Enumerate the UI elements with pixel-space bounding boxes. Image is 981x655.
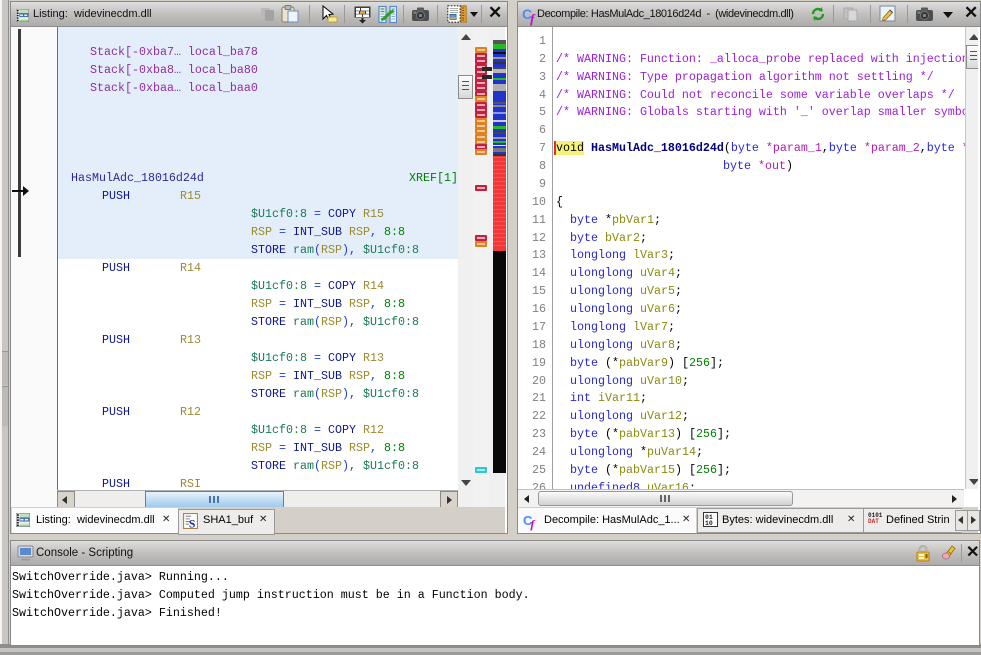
svg-text:10: 10 (705, 520, 713, 527)
svg-text:S: S (189, 517, 196, 529)
